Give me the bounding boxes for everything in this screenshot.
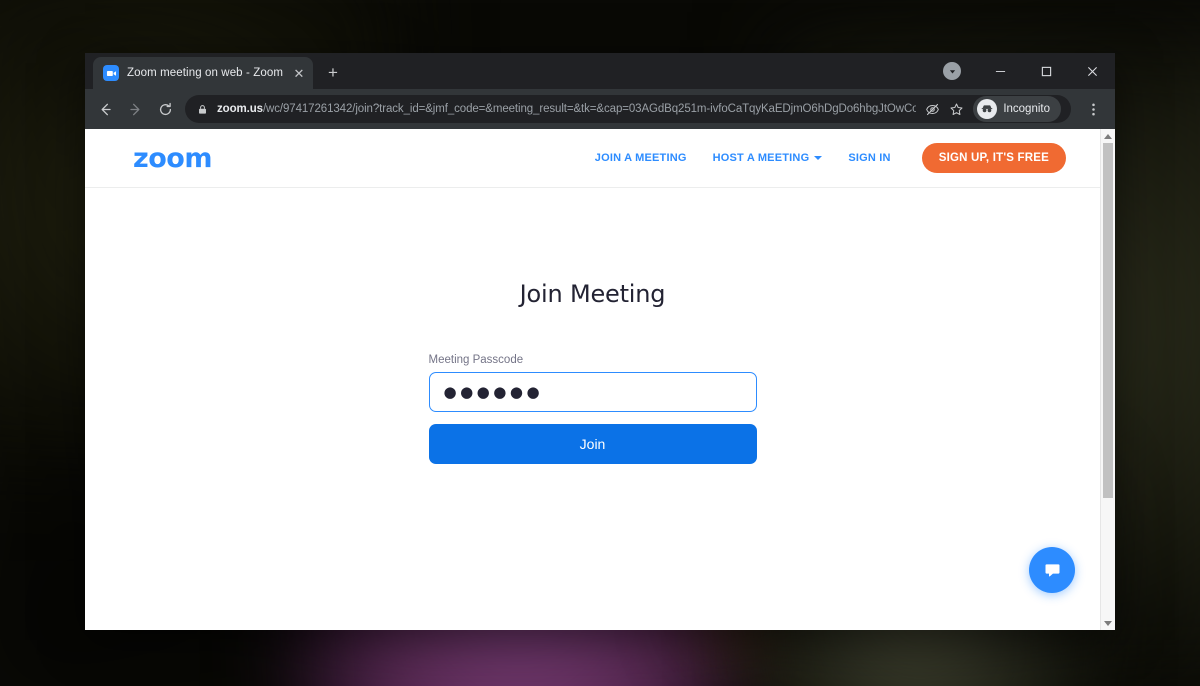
incognito-badge[interactable]: Incognito bbox=[973, 96, 1061, 122]
window-controls bbox=[943, 53, 1115, 89]
passcode-label: Meeting Passcode bbox=[428, 354, 524, 366]
browser-tab[interactable]: Zoom meeting on web - Zoom ✕ bbox=[93, 57, 313, 89]
new-tab-button[interactable]: + bbox=[319, 59, 347, 87]
nav-host-a-meeting-label: HOST A MEETING bbox=[712, 152, 810, 164]
minimize-button[interactable] bbox=[977, 53, 1023, 89]
join-meeting-main: Join Meeting Meeting Passcode Join bbox=[85, 188, 1100, 464]
site-header: zoom JOIN A MEETING HOST A MEETING SIGN … bbox=[85, 129, 1100, 188]
nav-host-a-meeting[interactable]: HOST A MEETING bbox=[713, 152, 823, 164]
tab-title: Zoom meeting on web - Zoom bbox=[127, 67, 283, 79]
nav-sign-in-label: SIGN IN bbox=[848, 152, 891, 164]
zoom-video-icon bbox=[103, 65, 119, 81]
scroll-up-arrow-icon[interactable] bbox=[1101, 129, 1115, 143]
browser-window: Zoom meeting on web - Zoom ✕ + zoom.us/w… bbox=[85, 53, 1115, 630]
nav-join-a-meeting-label: JOIN A MEETING bbox=[594, 152, 687, 164]
chevron-down-icon bbox=[814, 156, 823, 160]
sign-up-button[interactable]: SIGN UP, IT'S FREE bbox=[921, 143, 1066, 173]
join-button[interactable]: Join bbox=[428, 424, 757, 464]
join-form: Meeting Passcode Join bbox=[428, 354, 757, 464]
incognito-label: Incognito bbox=[1003, 103, 1050, 115]
page-title: Join Meeting bbox=[519, 280, 666, 308]
star-icon[interactable] bbox=[949, 102, 964, 117]
nav-sign-in[interactable]: SIGN IN bbox=[848, 152, 890, 164]
url-domain: zoom.us bbox=[217, 103, 263, 115]
chat-bubble-icon[interactable] bbox=[1029, 547, 1075, 593]
page-viewport: zoom JOIN A MEETING HOST A MEETING SIGN … bbox=[85, 129, 1115, 630]
page-scrollbar[interactable] bbox=[1100, 129, 1115, 630]
zoom-logo[interactable]: zoom bbox=[133, 143, 212, 174]
kebab-menu-icon[interactable] bbox=[1079, 95, 1107, 123]
browser-toolbar: zoom.us/wc/97417261342/join?track_id=&jm… bbox=[85, 89, 1115, 129]
site-nav: JOIN A MEETING HOST A MEETING SIGN IN SI… bbox=[595, 143, 1066, 173]
tab-close-icon[interactable]: ✕ bbox=[291, 65, 307, 81]
lock-icon bbox=[197, 104, 208, 115]
close-window-button[interactable] bbox=[1069, 53, 1115, 89]
url-text: zoom.us/wc/97417261342/join?track_id=&jm… bbox=[217, 103, 916, 115]
url-path: /wc/97417261342/join?track_id=&jmf_code=… bbox=[262, 103, 917, 115]
tab-strip: Zoom meeting on web - Zoom ✕ + bbox=[85, 53, 1115, 89]
back-arrow-icon[interactable] bbox=[91, 95, 119, 123]
address-bar[interactable]: zoom.us/wc/97417261342/join?track_id=&jm… bbox=[185, 95, 1071, 123]
scrollbar-thumb[interactable] bbox=[1103, 143, 1113, 498]
forward-arrow-icon[interactable] bbox=[121, 95, 149, 123]
incognito-spy-icon bbox=[977, 99, 998, 119]
meeting-passcode-input[interactable] bbox=[428, 372, 757, 412]
eye-slash-icon[interactable] bbox=[925, 102, 940, 117]
maximize-button[interactable] bbox=[1023, 53, 1069, 89]
reload-icon[interactable] bbox=[151, 95, 179, 123]
zoom-join-page: zoom JOIN A MEETING HOST A MEETING SIGN … bbox=[85, 129, 1100, 630]
nav-join-a-meeting[interactable]: JOIN A MEETING bbox=[595, 152, 687, 164]
scroll-down-arrow-icon[interactable] bbox=[1101, 616, 1115, 630]
download-indicator-icon[interactable] bbox=[943, 62, 961, 80]
